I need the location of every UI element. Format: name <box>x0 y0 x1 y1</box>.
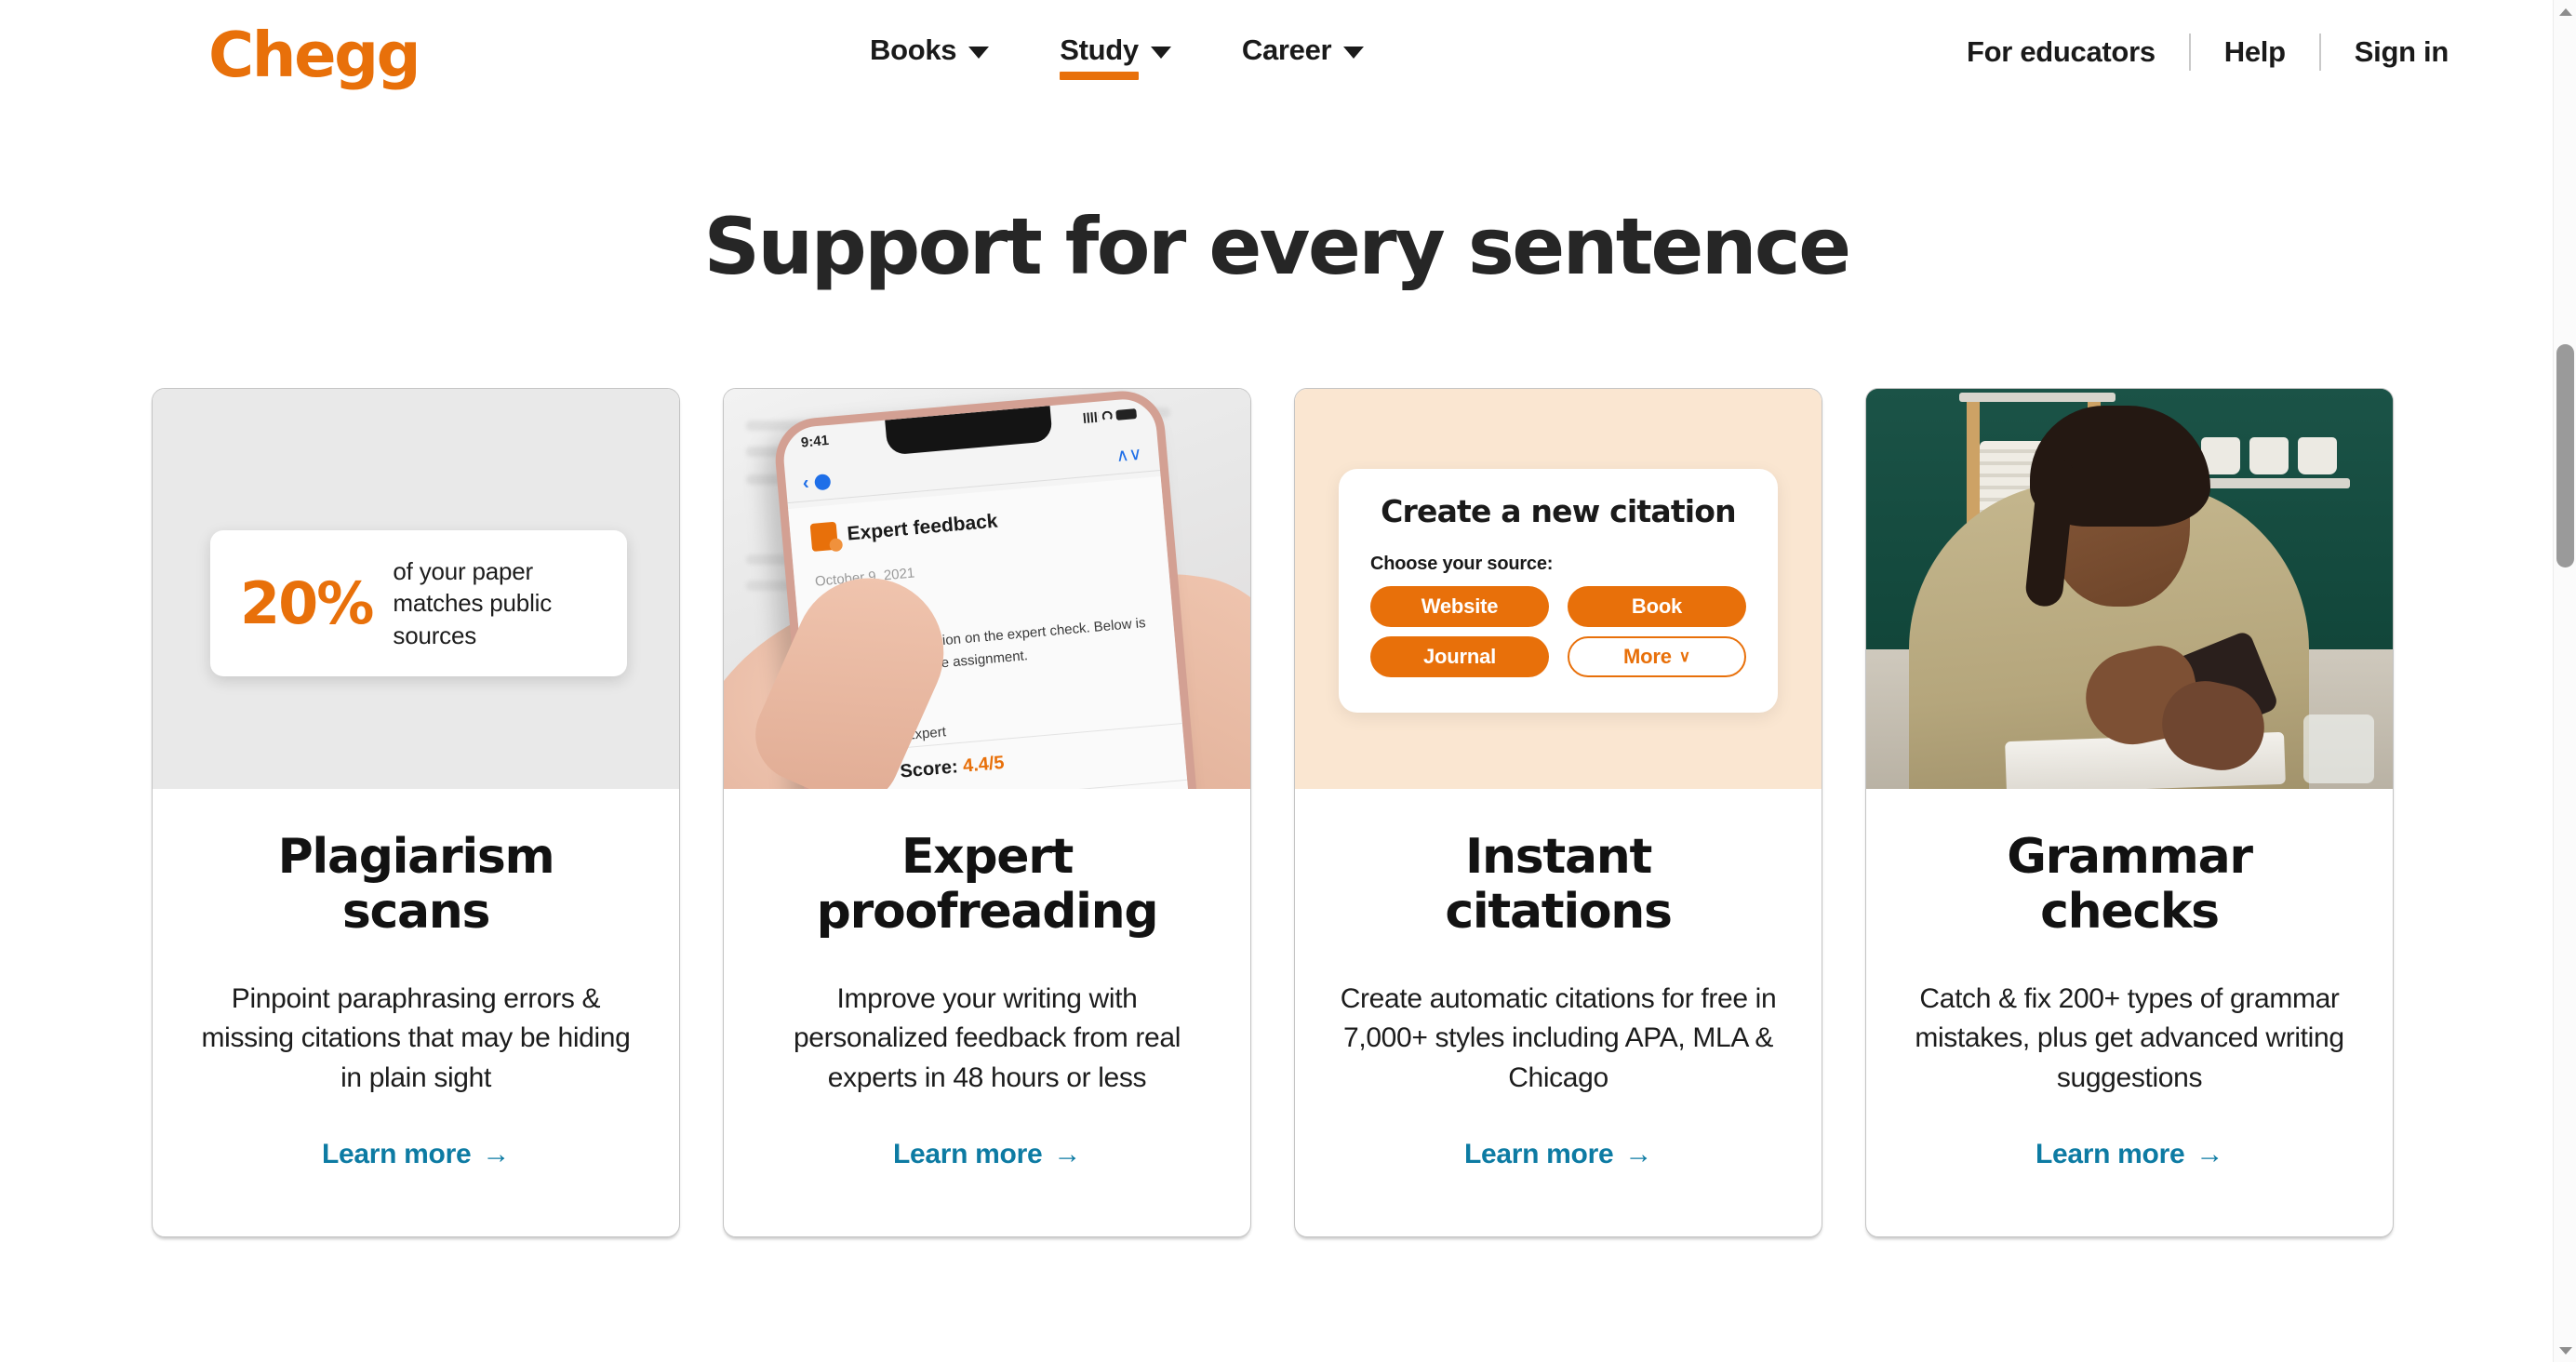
citation-source-buttons: Website Book Journal More ∨ <box>1370 586 1746 677</box>
utility-navigation: For educators Help Sign in <box>1933 33 2449 71</box>
learn-more-link-grammar[interactable]: Learn more → <box>2035 1139 2223 1170</box>
battery-icon <box>1115 408 1138 421</box>
phone-clock: 9:41 <box>800 433 830 451</box>
source-button-book[interactable]: Book <box>1568 586 1746 627</box>
feature-card-expert-proofreading[interactable]: 9:41 ‹ ∧∨ Expert feedback on the expert … <box>723 388 1251 1237</box>
for-educators-link[interactable]: For educators <box>1933 35 2189 69</box>
source-button-website[interactable]: Website <box>1370 586 1549 627</box>
signal-icon <box>1083 411 1100 423</box>
expert-feedback-icon <box>809 521 839 552</box>
vertical-scrollbar[interactable] <box>2553 0 2576 1362</box>
chegg-logo[interactable]: Chegg <box>208 24 421 87</box>
feature-cards-row: 20% of your paper matches public sources… <box>152 388 2394 1237</box>
scroll-up-arrow[interactable] <box>2554 0 2576 23</box>
scroll-down-arrow[interactable] <box>2554 1339 2576 1362</box>
drinking-glass <box>2303 714 2374 783</box>
card-description: Create automatic citations for free in 7… <box>1340 982 1777 1093</box>
citation-widget-subtitle: Choose your source: <box>1370 554 1554 574</box>
citation-widget-title: Create a new citation <box>1381 493 1737 529</box>
expert-feedback-title: Expert feedback <box>846 510 999 545</box>
card-description: Improve your writing with personalized f… <box>793 982 1181 1093</box>
phone-status-icons <box>1083 408 1138 423</box>
learn-more-label: Learn more <box>892 1139 1043 1170</box>
source-button-journal[interactable]: Journal <box>1370 636 1549 677</box>
wifi-icon <box>1101 410 1114 422</box>
proofreading-media: 9:41 ‹ ∧∨ Expert feedback on the expert … <box>724 389 1250 789</box>
plagiarism-stat-chip: 20% of your paper matches public sources <box>210 530 627 676</box>
card-title: Grammar checks <box>2007 829 2253 941</box>
nav-item-study-label: Study <box>1060 33 1139 66</box>
citations-media: Create a new citation Choose your source… <box>1295 389 1822 789</box>
chevron-down-icon: ∨ <box>1678 648 1690 665</box>
card-body: Grammar checks Catch & fix 200+ types of… <box>1866 789 2393 1236</box>
shelf-board-top <box>1959 393 2116 402</box>
learn-more-link-plagiarism[interactable]: Learn more → <box>322 1139 510 1170</box>
learn-more-label: Learn more <box>321 1139 472 1170</box>
chevron-down-icon <box>968 46 990 59</box>
help-link[interactable]: Help <box>2191 35 2319 69</box>
cup-icon <box>2298 437 2337 474</box>
arrow-right-icon: → <box>482 1139 511 1170</box>
feature-card-grammar-checks[interactable]: Grammar checks Catch & fix 200+ types of… <box>1865 388 2394 1237</box>
card-title: Instant citations <box>1445 829 1673 941</box>
up-down-chevrons-icon: ∧∨ <box>1114 444 1143 467</box>
learn-more-label: Learn more <box>2035 1139 2185 1170</box>
nav-item-study[interactable]: Study <box>1060 33 1171 80</box>
unread-badge <box>813 474 832 491</box>
feature-card-plagiarism-scans[interactable]: 20% of your paper matches public sources… <box>152 388 680 1237</box>
main-navigation: Books Study Career <box>870 33 1365 80</box>
shelf-board-right <box>2190 478 2350 488</box>
card-body: Instant citations Create automatic citat… <box>1295 789 1822 1236</box>
back-chevron-icon: ‹ <box>801 473 810 494</box>
feature-card-instant-citations[interactable]: Create a new citation Choose your source… <box>1294 388 1822 1237</box>
learn-more-link-citations[interactable]: Learn more → <box>1464 1139 1652 1170</box>
learn-more-link-proofreading[interactable]: Learn more → <box>893 1139 1081 1170</box>
stat-percentage: 20% <box>240 568 374 637</box>
learn-more-label: Learn more <box>1463 1139 1614 1170</box>
expert-feedback-header: Expert feedback <box>809 495 1144 552</box>
card-description: Pinpoint paraphrasing errors & missing c… <box>201 982 631 1093</box>
card-body: Expert proofreading Improve your writing… <box>724 789 1250 1236</box>
stat-caption: of your paper matches public sources <box>393 557 553 649</box>
sign-in-link[interactable]: Sign in <box>2321 35 2449 69</box>
arrow-right-icon: → <box>1624 1139 1653 1170</box>
cup-icon <box>2249 437 2289 474</box>
arrow-right-icon: → <box>1053 1139 1082 1170</box>
site-header: Chegg Books Study Career For educators H… <box>0 0 2553 119</box>
chevron-down-icon <box>1343 46 1365 59</box>
nav-item-books-label: Books <box>870 33 957 66</box>
card-description: Catch & fix 200+ types of grammar mistak… <box>1915 982 2344 1093</box>
nav-item-books[interactable]: Books <box>870 33 990 80</box>
chevron-down-icon <box>1150 46 1171 59</box>
page-title: Support for every sentence <box>703 201 1852 292</box>
page-root: Chegg Books Study Career For educators H… <box>0 0 2553 1362</box>
source-button-more[interactable]: More ∨ <box>1568 636 1746 677</box>
card-title: Expert proofreading <box>816 829 1159 941</box>
source-button-more-label: More <box>1622 645 1672 668</box>
scrollbar-thumb[interactable] <box>2556 344 2574 568</box>
card-body: Plagiarism scans Pinpoint paraphrasing e… <box>153 789 679 1236</box>
nav-item-career-label: Career <box>1241 33 1332 66</box>
shelf-cups <box>2201 437 2337 474</box>
nav-item-career[interactable]: Career <box>1241 33 1365 80</box>
arrow-right-icon: → <box>2196 1139 2224 1170</box>
overall-score-value: 4.4/5 <box>962 752 1006 777</box>
card-title: Plagiarism scans <box>277 829 555 941</box>
citation-widget: Create a new citation Choose your source… <box>1339 469 1778 713</box>
plagiarism-media: 20% of your paper matches public sources <box>153 389 679 789</box>
grammar-media <box>1866 389 2393 789</box>
